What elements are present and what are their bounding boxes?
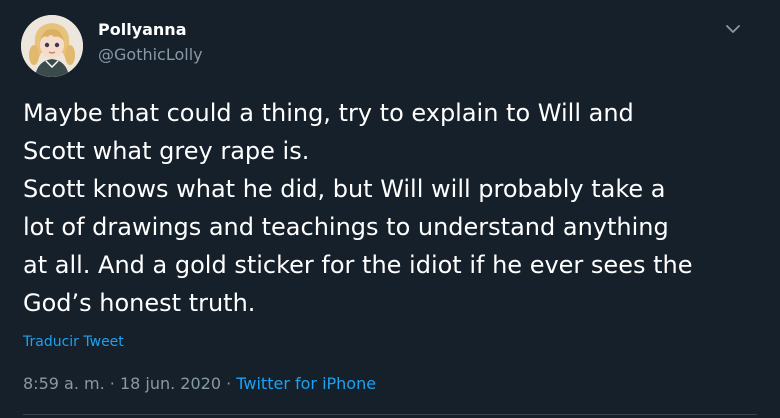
meta-separator: · <box>109 374 120 393</box>
tweet-time[interactable]: 8:59 a. m. <box>23 374 105 393</box>
chevron-down-icon[interactable] <box>722 18 744 40</box>
tweet-text-line: God’s honest truth. <box>23 289 256 317</box>
tweet-text-line: Scott what grey rape is. <box>23 137 310 165</box>
tweet-text-line: at all. And a gold sticker for the idiot… <box>23 251 693 279</box>
tweet-text: Maybe that could a thing, try to explain… <box>23 94 758 322</box>
avatar-blonde-character-icon <box>21 15 83 77</box>
author-handle[interactable]: @GothicLolly <box>98 45 203 65</box>
tweet-text-line: Maybe that could a thing, try to explain… <box>23 99 634 127</box>
tweet-date[interactable]: 18 jun. 2020 <box>120 374 221 393</box>
translate-tweet-link[interactable]: Traducir Tweet <box>23 333 124 351</box>
author-display-name[interactable]: Pollyanna <box>98 20 187 40</box>
divider <box>23 414 757 415</box>
meta-separator: · <box>226 374 237 393</box>
tweet-text-line: Scott knows what he did, but Will will p… <box>23 175 666 203</box>
tweet-detail: Pollyanna @GothicLolly Maybe that could … <box>0 0 780 418</box>
avatar[interactable] <box>21 15 83 77</box>
tweet-source-link[interactable]: Twitter for iPhone <box>236 374 376 393</box>
tweet-text-line: lot of drawings and teachings to underst… <box>23 213 669 241</box>
tweet-metadata: 8:59 a. m. · 18 jun. 2020 · Twitter for … <box>23 373 376 395</box>
